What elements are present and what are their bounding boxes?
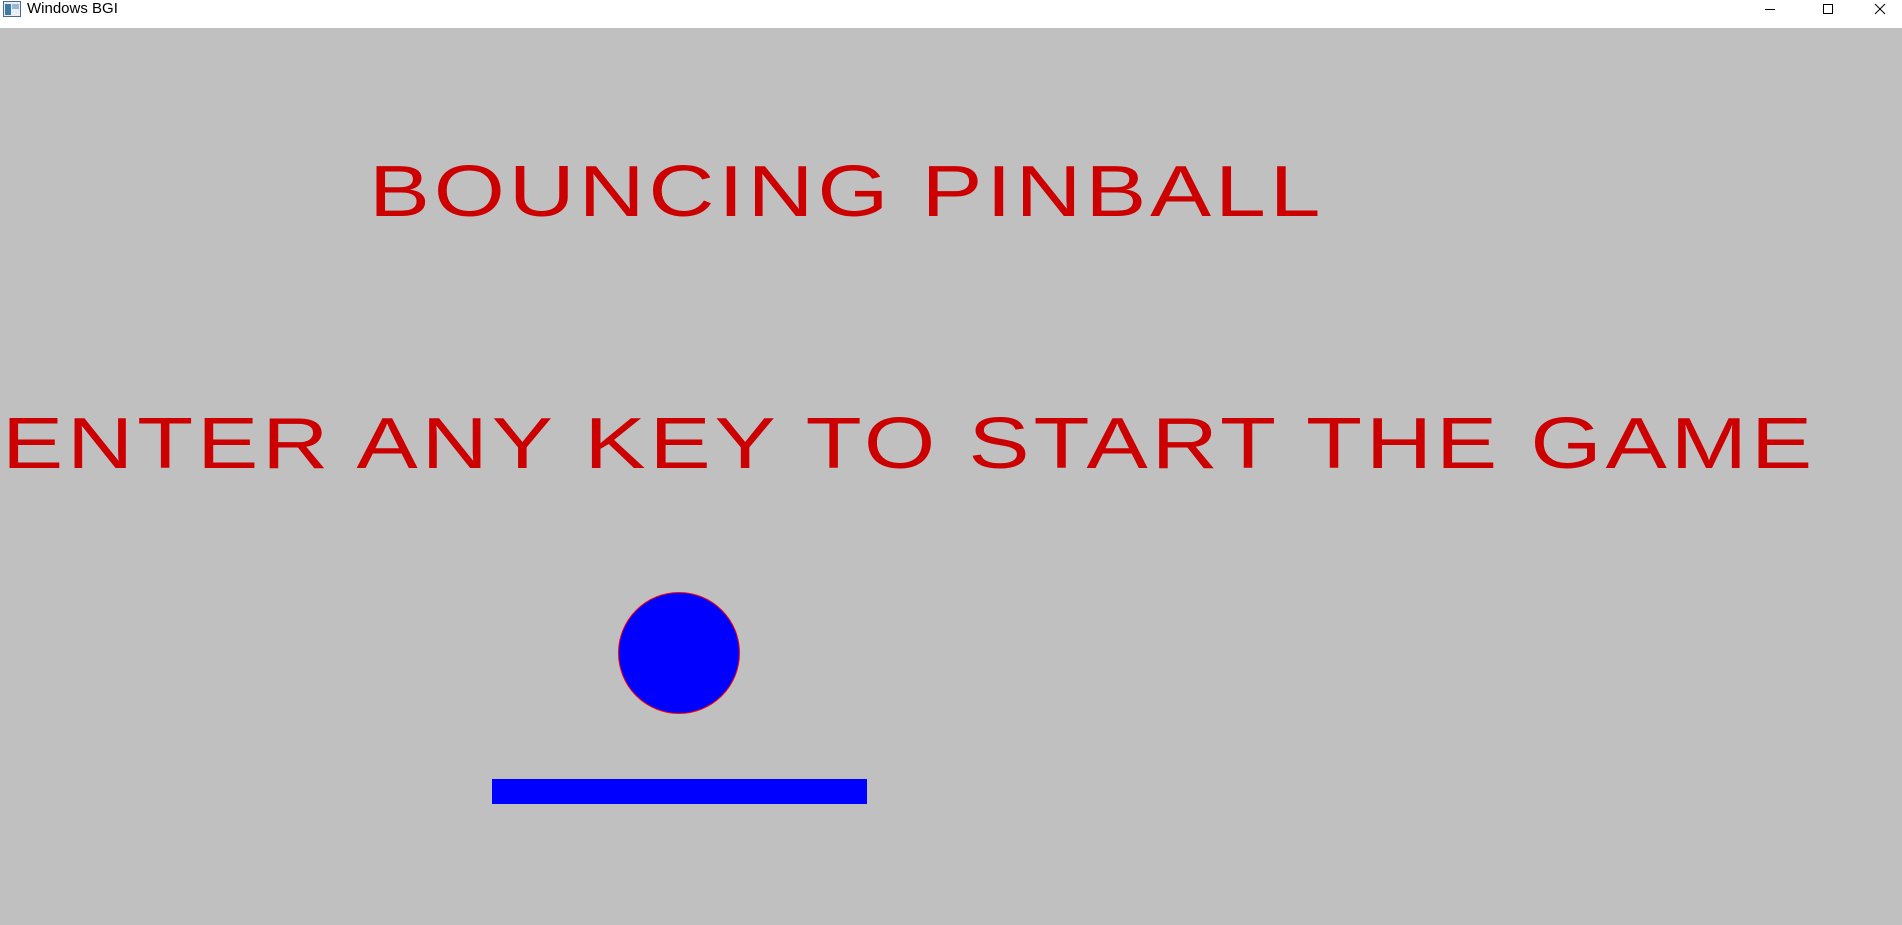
start-prompt: ENTER ANY KEY TO START THE GAME: [2, 404, 1817, 484]
close-icon: [1874, 3, 1885, 15]
window-title: Windows BGI: [27, 0, 118, 17]
maximize-button[interactable]: [1799, 0, 1857, 18]
maximize-icon: [1823, 4, 1833, 14]
pinball-ball: [618, 592, 740, 714]
close-button[interactable]: [1857, 0, 1902, 18]
game-canvas[interactable]: BOUNCING PINBALL ENTER ANY KEY TO START …: [0, 28, 1902, 925]
paddle: [492, 779, 867, 804]
title-bar[interactable]: Windows BGI: [0, 0, 1902, 28]
app-window: Windows BGI BOUNCING PINBALL ENTER ANY K…: [0, 0, 1902, 925]
game-title: BOUNCING PINBALL: [369, 152, 1325, 232]
minimize-button[interactable]: [1741, 0, 1799, 18]
app-icon: [3, 1, 21, 17]
minimize-icon: [1765, 9, 1775, 10]
